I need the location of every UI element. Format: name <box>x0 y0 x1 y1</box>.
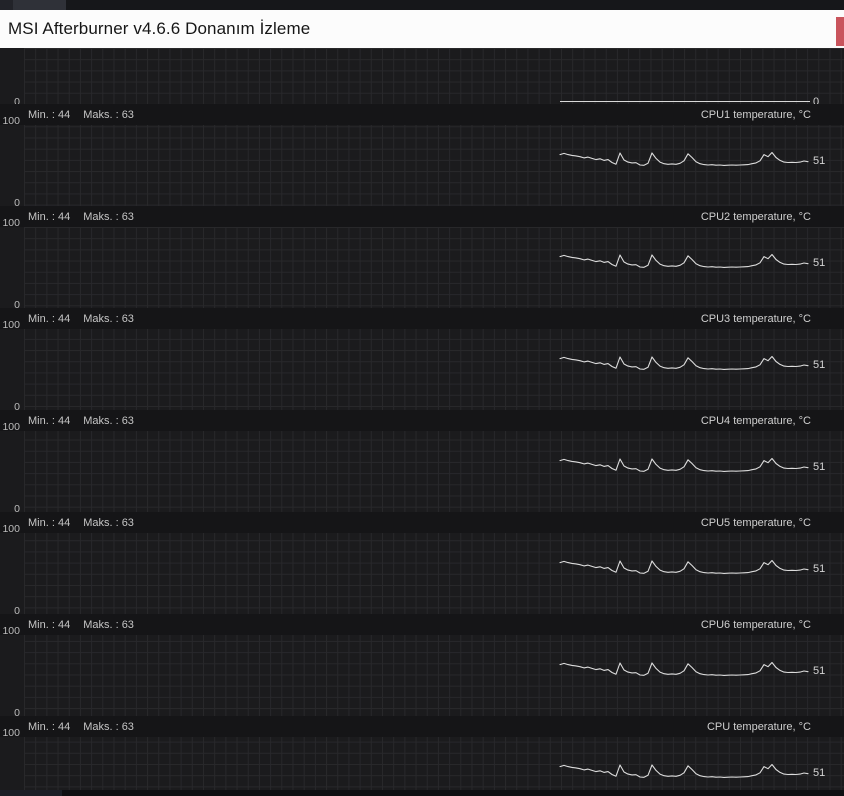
sensor-panel: Min. : 44 Maks. : 63 CPU temperature, °C… <box>0 716 844 796</box>
sensor-panel: Min. : 44 Maks. : 63 CPU3 temperature, °… <box>0 308 844 413</box>
temperature-curve <box>559 355 809 370</box>
axis-max-label: 100 <box>2 115 20 127</box>
temperature-curve <box>559 457 809 472</box>
sensor-panel: Min. : 44 Maks. : 63 CPU1 temperature, °… <box>0 104 844 209</box>
temperature-trace <box>559 763 809 778</box>
temperature-curve <box>559 763 809 778</box>
axis-max-label: 100 <box>2 625 20 637</box>
temperature-trace <box>559 457 809 472</box>
monitor-area: 0 0 Min. : 44 Maks. : 63 CPU1 temperatur… <box>0 48 844 796</box>
bottom-edge-tab <box>0 790 62 796</box>
temperature-trace <box>559 355 809 370</box>
current-value-label: 51 <box>813 461 826 473</box>
top-edge-tab <box>13 0 66 10</box>
axis-max-label: 100 <box>2 217 20 229</box>
temperature-trace <box>559 151 809 166</box>
title-bar[interactable]: MSI Afterburner v4.6.6 Donanım İzleme <box>0 10 844 48</box>
axis-max-label: 100 <box>2 319 20 331</box>
sensor-panel: Min. : 44 Maks. : 63 CPU2 temperature, °… <box>0 206 844 311</box>
current-value-label: 51 <box>813 665 826 677</box>
current-value-label: 51 <box>813 563 826 575</box>
flat-zero-line <box>560 101 810 102</box>
temperature-curve <box>559 559 809 574</box>
axis-max-label: 100 <box>2 421 20 433</box>
axis-max-label: 100 <box>2 727 20 739</box>
temperature-trace <box>559 559 809 574</box>
top-edge-segment <box>0 0 13 10</box>
close-button[interactable] <box>836 17 844 46</box>
bottom-edge-strip <box>0 790 844 796</box>
current-value-label: 51 <box>813 257 826 269</box>
current-value-label: 51 <box>813 359 826 371</box>
sensor-panel: Min. : 44 Maks. : 63 CPU6 temperature, °… <box>0 614 844 719</box>
temperature-trace <box>559 253 809 268</box>
top-edge-strip <box>0 0 844 10</box>
axis-max-label: 100 <box>2 523 20 535</box>
temperature-curve <box>559 253 809 268</box>
current-value-label: 51 <box>813 767 826 779</box>
partial-top-graph: 0 0 <box>0 48 844 108</box>
window-title: MSI Afterburner v4.6.6 Donanım İzleme <box>8 19 311 38</box>
temperature-curve <box>559 661 809 676</box>
current-value-label: 51 <box>813 155 826 167</box>
sensor-panel: Min. : 44 Maks. : 63 CPU5 temperature, °… <box>0 512 844 617</box>
temperature-trace <box>559 661 809 676</box>
temperature-curve <box>559 151 809 166</box>
sensor-panel: Min. : 44 Maks. : 63 CPU4 temperature, °… <box>0 410 844 515</box>
afterburner-monitor-window: MSI Afterburner v4.6.6 Donanım İzleme 0 … <box>0 0 844 796</box>
